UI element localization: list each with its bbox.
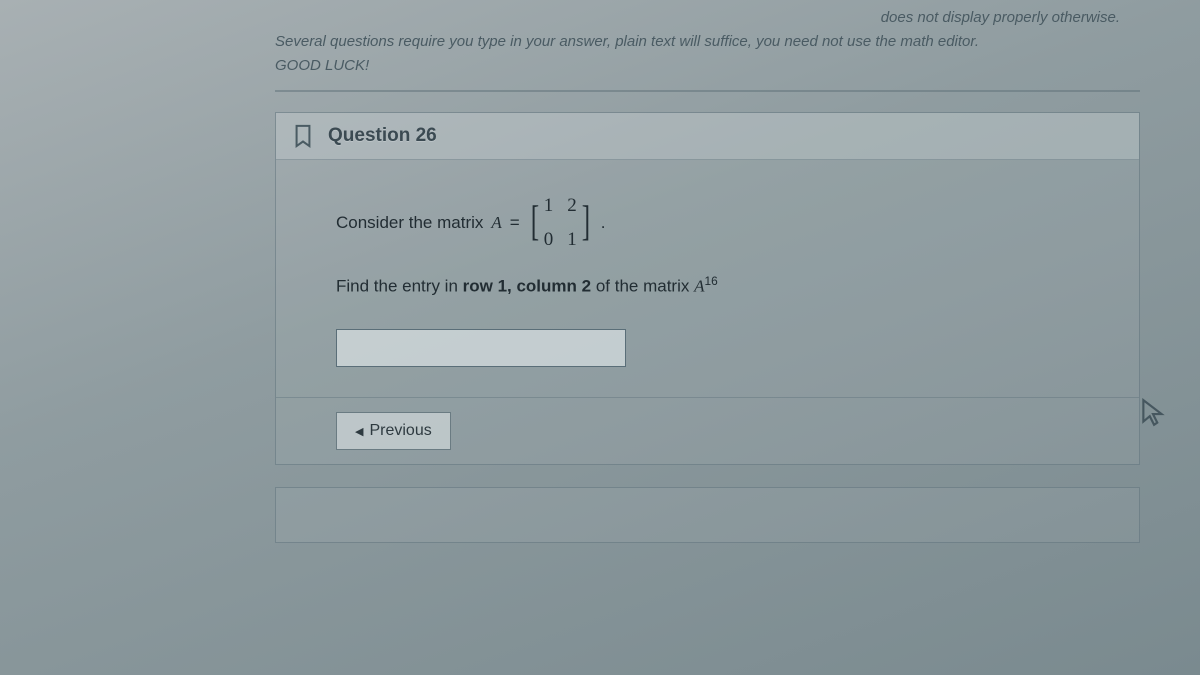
question-footer: ◀ Previous bbox=[276, 397, 1139, 464]
instruction-line-partial: does not display properly otherwise. bbox=[275, 6, 1140, 30]
left-bracket-icon: [ bbox=[531, 204, 539, 242]
period: . bbox=[601, 209, 606, 238]
right-bracket-icon: ] bbox=[582, 204, 590, 242]
question-container: Question 26 Consider the matrix A = [ 1 … bbox=[275, 112, 1140, 465]
cursor-icon bbox=[1140, 398, 1166, 428]
equals-sign: = bbox=[510, 209, 520, 238]
power-exponent: 16 bbox=[704, 274, 717, 288]
previous-label: Previous bbox=[369, 422, 431, 440]
question-header: Question 26 bbox=[276, 113, 1139, 160]
instruction-line-2: Several questions require you type in yo… bbox=[275, 30, 1140, 54]
matrix-cell-r1c1: 1 bbox=[544, 190, 554, 222]
find-entry-prompt: Find the entry in row 1, column 2 of the… bbox=[336, 271, 1109, 302]
triangle-left-icon: ◀ bbox=[355, 425, 363, 438]
question-title: Question 26 bbox=[328, 125, 437, 147]
answer-input[interactable] bbox=[336, 329, 626, 367]
matrix-cell-r1c2: 2 bbox=[567, 190, 577, 222]
find-prefix: Find the entry in bbox=[336, 276, 463, 295]
power-variable: A bbox=[694, 276, 704, 295]
bookmark-icon[interactable] bbox=[292, 123, 314, 149]
consider-text: Consider the matrix bbox=[336, 209, 483, 238]
divider bbox=[275, 90, 1140, 92]
matrix-definition-line: Consider the matrix A = [ 1 2 0 1 ] . bbox=[336, 190, 1109, 257]
matrix-cell-r2c1: 0 bbox=[544, 224, 554, 256]
matrix-cell-r2c2: 1 bbox=[567, 224, 577, 256]
instruction-good-luck: GOOD LUCK! bbox=[275, 54, 1140, 78]
question-body: Consider the matrix A = [ 1 2 0 1 ] . Fi… bbox=[276, 160, 1139, 397]
previous-button[interactable]: ◀ Previous bbox=[336, 412, 451, 450]
exam-instructions: does not display properly otherwise. Sev… bbox=[275, 0, 1140, 90]
bottom-panel bbox=[275, 487, 1140, 543]
find-suffix: of the matrix bbox=[591, 276, 694, 295]
matrix-variable: A bbox=[491, 209, 501, 238]
matrix-display: [ 1 2 0 1 ] bbox=[528, 190, 593, 257]
find-bold: row 1, column 2 bbox=[463, 276, 591, 295]
